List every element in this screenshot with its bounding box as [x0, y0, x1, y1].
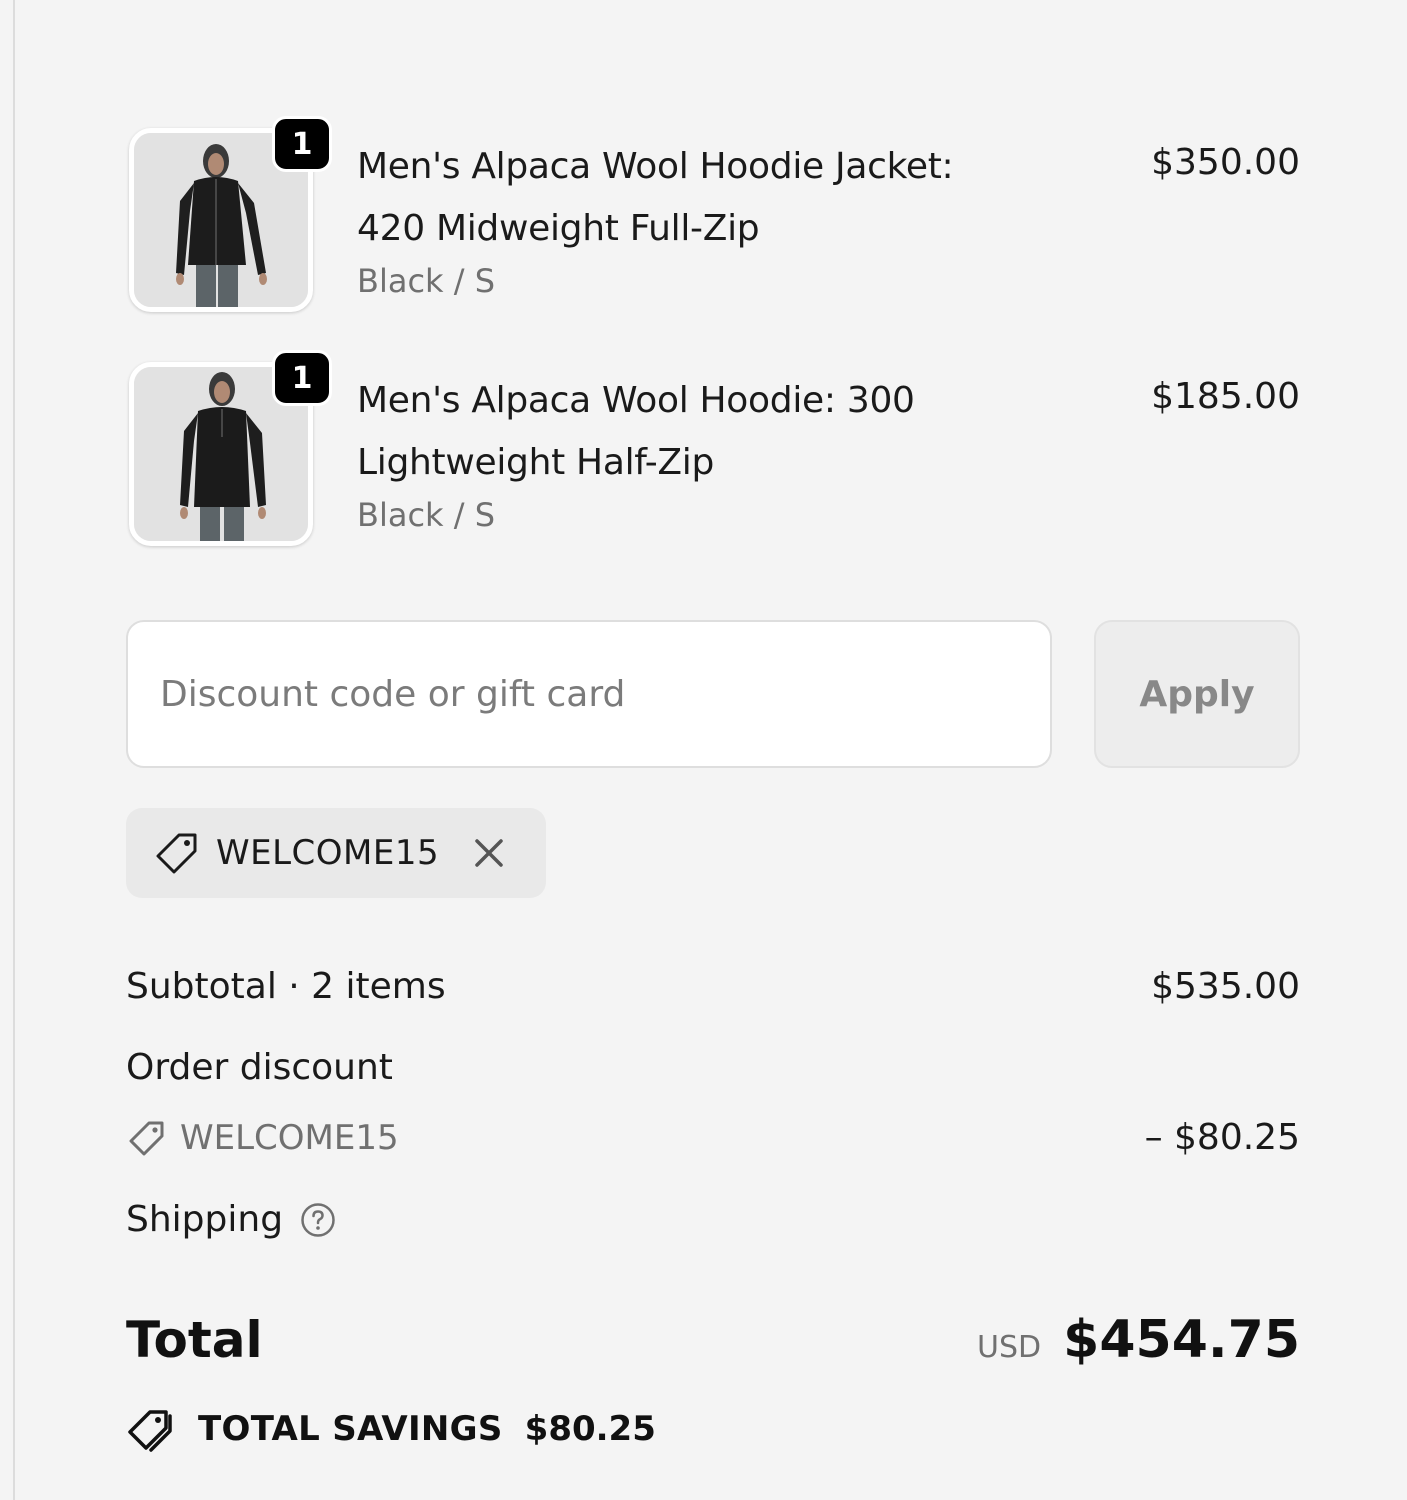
shipping-row: Shipping: [126, 1195, 1300, 1245]
item-details: Men's Alpaca Wool Hoodie Jacket: 420 Mid…: [357, 136, 1057, 300]
sidebar-divider: [13, 0, 15, 1500]
total-amount: $454.75: [1063, 1310, 1300, 1370]
discount-code-input[interactable]: [126, 620, 1052, 768]
total-label: Total: [126, 1311, 263, 1369]
product-thumbnail-wrapper: 1: [129, 116, 332, 312]
total-savings-amount: $80.25: [524, 1409, 656, 1449]
order-discount-label: Order discount: [126, 1047, 393, 1088]
total-savings-row: TOTAL SAVINGS $80.25: [126, 1402, 656, 1456]
order-discount-code-row: WELCOME15 – $80.25: [126, 1113, 1300, 1163]
order-discount-row: Order discount: [126, 1043, 1300, 1093]
item-title-line: Men's Alpaca Wool Hoodie: 300: [357, 380, 915, 421]
order-summary: 1 Men's Alpaca Wool Hoodie Jacket: 420 M…: [126, 0, 1300, 1500]
item-title: Men's Alpaca Wool Hoodie Jacket: 420 Mid…: [357, 136, 1057, 260]
double-tag-icon: [126, 1404, 176, 1454]
item-price: $185.00: [1151, 376, 1300, 417]
question-circle-icon[interactable]: [299, 1201, 337, 1239]
total-currency: USD: [977, 1330, 1042, 1365]
item-title-line: Lightweight Half-Zip: [357, 442, 715, 483]
total-value-wrap: USD $454.75: [977, 1305, 1300, 1375]
total-savings-label: TOTAL SAVINGS: [198, 1409, 503, 1449]
total-row: Total USD $454.75: [126, 1305, 1300, 1375]
item-title: Men's Alpaca Wool Hoodie: 300 Lightweigh…: [357, 370, 1057, 494]
item-price: $350.00: [1151, 142, 1300, 183]
item-title-line: 420 Midweight Full-Zip: [357, 208, 760, 249]
applied-code-text: WELCOME15: [216, 833, 440, 873]
order-discount-code: WELCOME15: [126, 1113, 399, 1163]
product-thumbnail-wrapper: 1: [129, 350, 332, 546]
quantity-badge: 1: [272, 116, 332, 172]
apply-button[interactable]: Apply: [1094, 620, 1300, 768]
discount-form: Apply: [126, 620, 1300, 768]
shipping-label: Shipping: [126, 1199, 284, 1240]
tag-icon: [152, 828, 202, 878]
shipping-label-wrap: Shipping: [126, 1195, 337, 1245]
quantity-badge: 1: [272, 350, 332, 406]
subtotal-value: $535.00: [1151, 966, 1300, 1007]
item-details: Men's Alpaca Wool Hoodie: 300 Lightweigh…: [357, 370, 1057, 534]
subtotal-row: Subtotal · 2 items $535.00: [126, 962, 1300, 1012]
tag-icon: [126, 1117, 168, 1159]
subtotal-label: Subtotal · 2 items: [126, 966, 446, 1007]
order-discount-code-text: WELCOME15: [180, 1118, 399, 1158]
order-discount-value: – $80.25: [1144, 1117, 1300, 1158]
item-variant: Black / S: [357, 262, 496, 300]
item-title-line: Men's Alpaca Wool Hoodie Jacket:: [357, 146, 954, 187]
close-icon[interactable]: [469, 833, 509, 873]
applied-discount-tag: WELCOME15: [126, 808, 546, 898]
item-variant: Black / S: [357, 496, 496, 534]
